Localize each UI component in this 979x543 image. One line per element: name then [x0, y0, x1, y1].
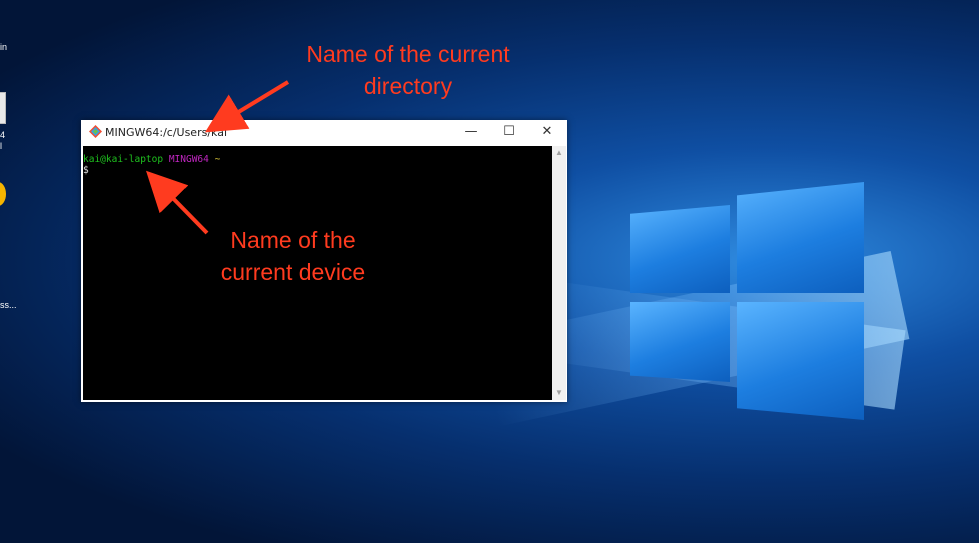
arrow-to-hostname	[146, 170, 209, 235]
arrow-to-title	[204, 80, 290, 133]
annotation-arrows	[146, 80, 290, 235]
